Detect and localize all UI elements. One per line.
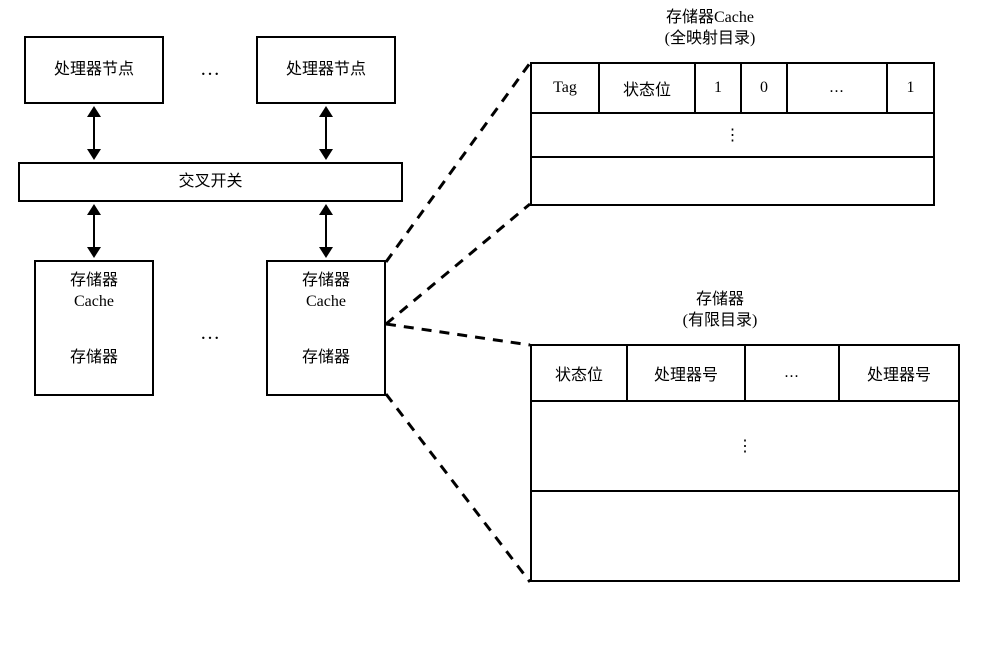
table1-title: 存储器Cache (全映射目录) xyxy=(595,8,825,50)
table2-body-row2 xyxy=(532,492,958,582)
table1-body-row2 xyxy=(532,158,933,202)
arrow-crossbar-mem-left xyxy=(93,215,95,247)
table2-title: 存储器 (有限目录) xyxy=(620,290,820,332)
table1-header-row: Tag 状态位 1 0 ... 1 xyxy=(532,64,933,114)
diagram-canvas: 处理器节点 … 处理器节点 交叉开关 存储器 Cache 存储器 … 存储器 C… xyxy=(0,0,1000,652)
table1-col-bit0: 0 xyxy=(742,64,788,112)
cache-full-directory-table: Tag 状态位 1 0 ... 1 ⋮ xyxy=(530,62,935,206)
mem-cache-right: 存储器 Cache xyxy=(266,260,386,324)
table2-vdots: ⋮ xyxy=(737,436,753,456)
table1-b0-text: 0 xyxy=(760,79,768,97)
table2-status-text: 状态位 xyxy=(555,361,603,385)
arrow-crossbar-mem-right xyxy=(325,215,327,247)
table2-body-row1: ⋮ xyxy=(532,402,958,492)
mem-cache-right-label: 存储器 Cache xyxy=(302,271,350,313)
table2-procn-text: 处理器号 xyxy=(867,361,931,385)
processor-node-right-label: 处理器节点 xyxy=(286,60,366,81)
memory-ellipsis: … xyxy=(190,320,230,346)
arrow-proc-right-crossbar xyxy=(325,117,327,149)
table2-col-dots: ... xyxy=(746,346,840,400)
table1-col-tag: Tag xyxy=(532,64,600,112)
table1-col-dots: ... xyxy=(788,64,888,112)
table2-header-row: 状态位 处理器号 ... 处理器号 xyxy=(532,346,958,402)
table1-col-status: 状态位 xyxy=(600,64,696,112)
processor-node-right: 处理器节点 xyxy=(256,36,396,104)
mem-left-label: 存储器 xyxy=(70,348,118,369)
mem-right: 存储器 xyxy=(266,322,386,396)
table1-b1-text: 1 xyxy=(714,79,722,97)
table1-vdots: ⋮ xyxy=(725,125,741,145)
table2-col-proc1: 处理器号 xyxy=(628,346,746,400)
crossbar: 交叉开关 xyxy=(18,162,403,202)
table2-proc1-text: 处理器号 xyxy=(654,361,718,385)
mem-cache-left: 存储器 Cache xyxy=(34,260,154,324)
table1-bn-text: 1 xyxy=(907,79,915,97)
crossbar-label: 交叉开关 xyxy=(178,172,242,193)
table1-tag-text: Tag xyxy=(553,79,577,97)
mem-left: 存储器 xyxy=(34,322,154,396)
table1-body-row1: ⋮ xyxy=(532,114,933,158)
processor-node-left-label: 处理器节点 xyxy=(54,60,134,81)
mem-right-label: 存储器 xyxy=(302,348,350,369)
table2-col-status: 状态位 xyxy=(532,346,628,400)
processor-node-left: 处理器节点 xyxy=(24,36,164,104)
table1-status-text: 状态位 xyxy=(623,76,671,100)
table2-dots-text: ... xyxy=(785,364,800,382)
table1-col-bitn: 1 xyxy=(888,64,933,112)
arrow-proc-left-crossbar xyxy=(93,117,95,149)
memory-limited-directory-table: 状态位 处理器号 ... 处理器号 ⋮ xyxy=(530,344,960,582)
processor-ellipsis: … xyxy=(190,56,230,82)
table1-dots-text: ... xyxy=(830,79,845,97)
table1-col-bit1: 1 xyxy=(696,64,742,112)
mem-cache-left-label: 存储器 Cache xyxy=(70,271,118,313)
table2-col-procn: 处理器号 xyxy=(840,346,958,400)
